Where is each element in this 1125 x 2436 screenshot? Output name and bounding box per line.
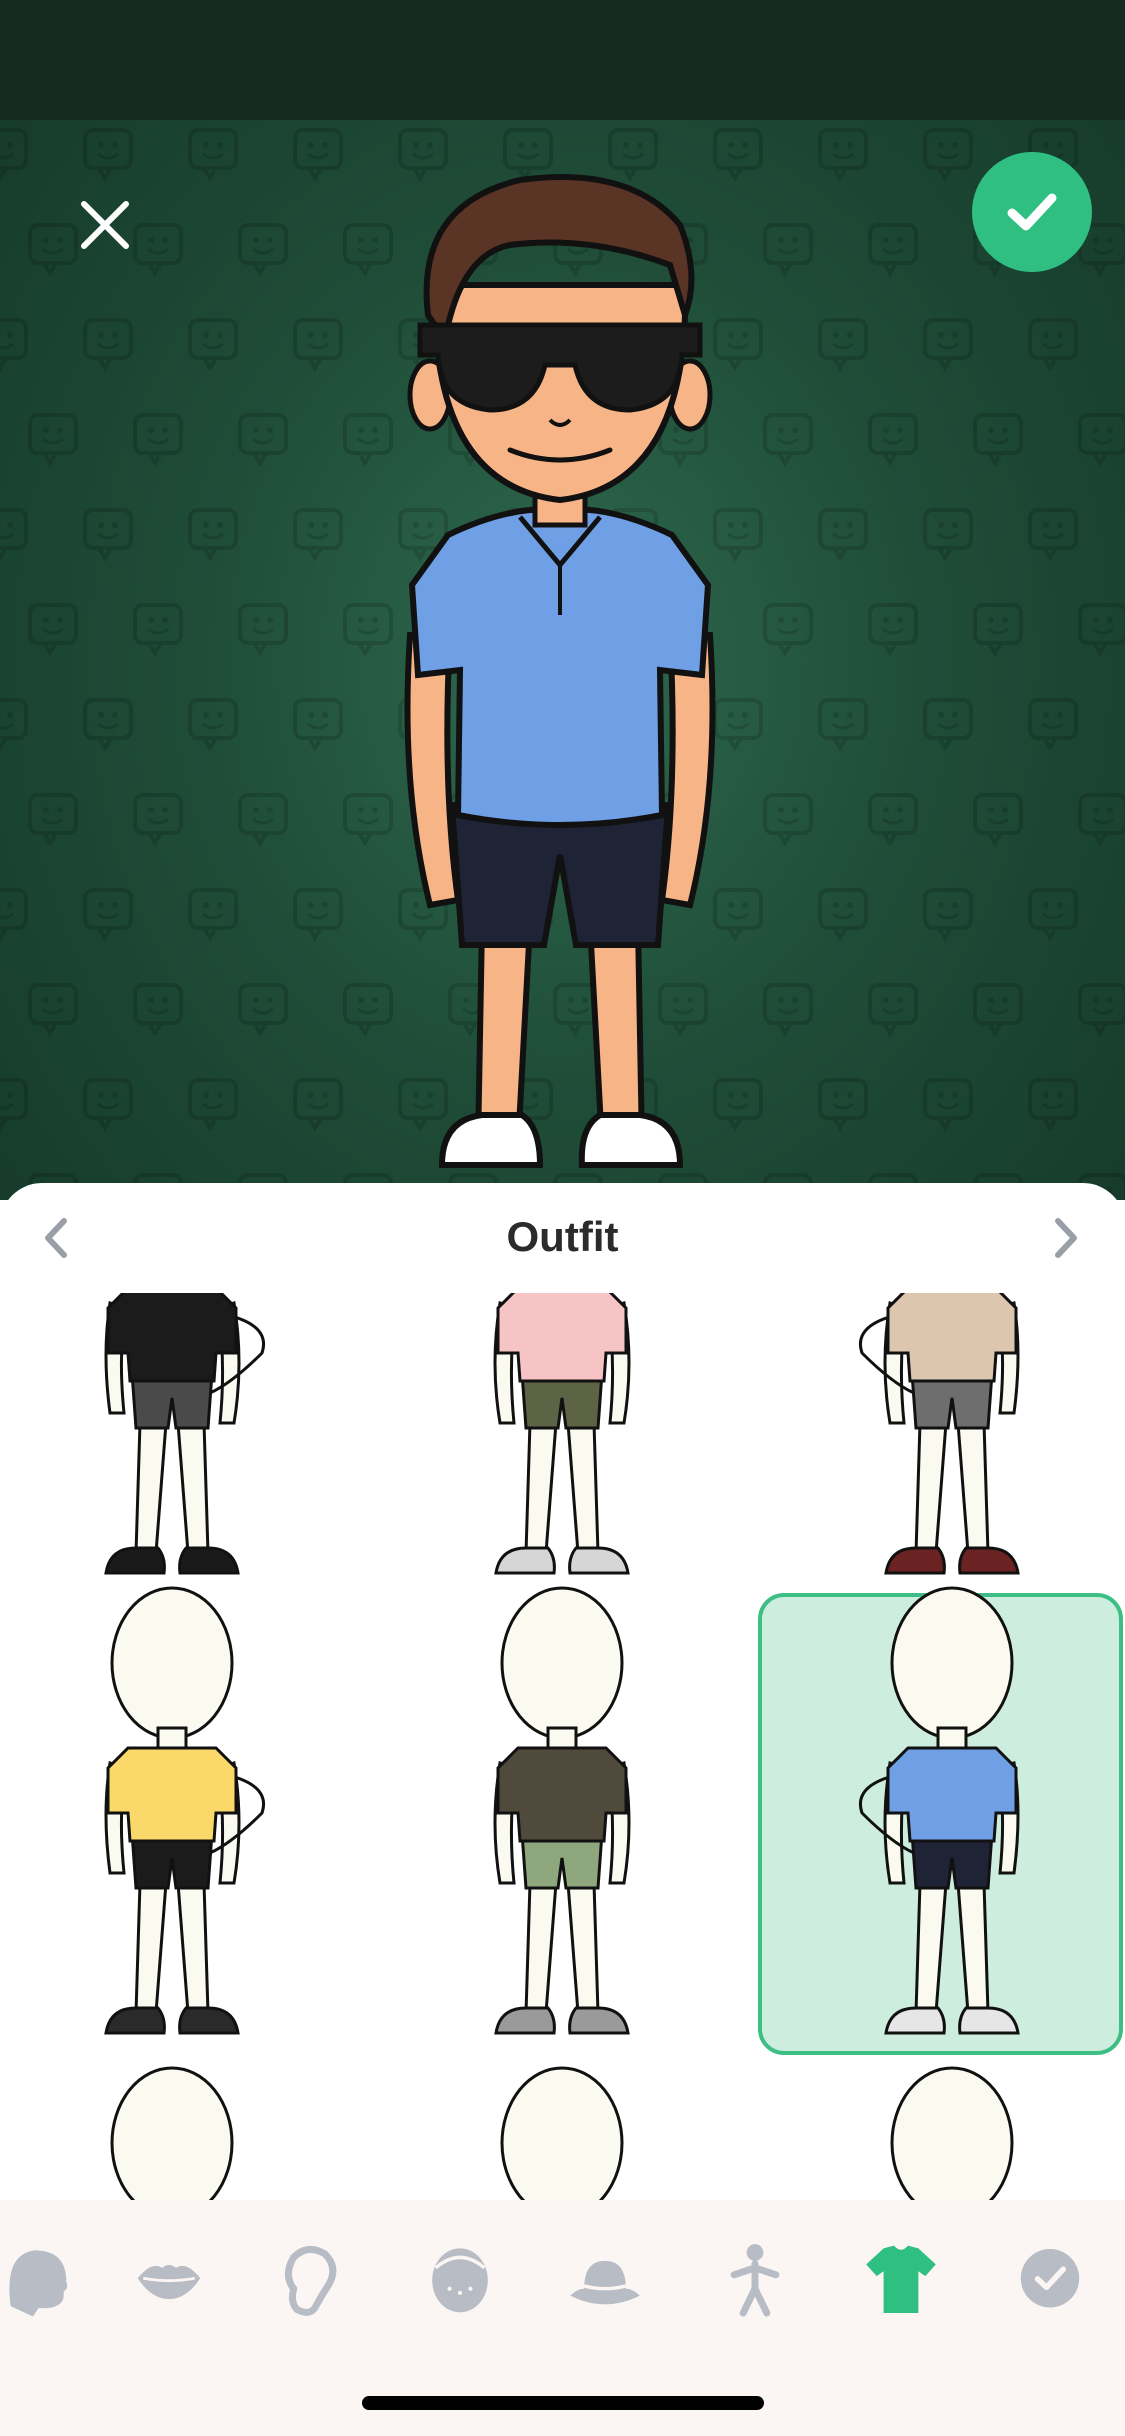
outfit-option[interactable] bbox=[0, 1293, 375, 1603]
outfit-option[interactable] bbox=[750, 1293, 1125, 1603]
lips-icon bbox=[137, 2265, 201, 2300]
outfit-figure bbox=[493, 1586, 631, 2035]
checkmark-circle-icon bbox=[1020, 2249, 1080, 2308]
close-icon bbox=[81, 201, 129, 249]
close-button[interactable] bbox=[70, 190, 140, 260]
tab-tshirt[interactable] bbox=[846, 2225, 956, 2335]
outfit-option-selected[interactable] bbox=[750, 1583, 1125, 2063]
outfit-figure bbox=[104, 1586, 265, 2035]
status-bar bbox=[0, 0, 1125, 120]
outfit-option[interactable] bbox=[0, 1583, 375, 2063]
tab-lips[interactable] bbox=[114, 2225, 224, 2335]
outfit-figure bbox=[859, 1586, 1020, 2035]
outfit-option[interactable] bbox=[375, 1293, 750, 1603]
head-shape-icon bbox=[9, 2250, 68, 2317]
tab-hat[interactable] bbox=[550, 2225, 660, 2335]
sheet-title: Outfit bbox=[506, 1213, 619, 1260]
confirm-button[interactable] bbox=[972, 152, 1092, 272]
tab-ear[interactable] bbox=[256, 2225, 366, 2335]
avatar-preview bbox=[0, 0, 1125, 1200]
avatar-figure bbox=[404, 174, 716, 1168]
hat-icon bbox=[570, 2260, 640, 2305]
tshirt-icon bbox=[866, 2245, 936, 2314]
outfit-option[interactable] bbox=[375, 1583, 750, 2063]
tab-body[interactable] bbox=[700, 2225, 810, 2335]
tab-checkmark-circle[interactable] bbox=[995, 2225, 1105, 2335]
outfit-figure bbox=[104, 1293, 265, 1575]
outfit-figure bbox=[859, 1293, 1020, 1575]
body-icon bbox=[730, 2244, 780, 2317]
chevron-right-icon[interactable] bbox=[1040, 1213, 1090, 1263]
ear-icon bbox=[284, 2246, 337, 2316]
tab-head-shape[interactable] bbox=[0, 2225, 90, 2335]
checkmark-icon bbox=[1007, 193, 1057, 231]
face-details-icon bbox=[432, 2248, 488, 2313]
sheet-header: Outfit bbox=[0, 1183, 1125, 1293]
outfit-figure bbox=[493, 1293, 631, 1575]
home-indicator[interactable] bbox=[362, 2396, 764, 2410]
tab-face-details[interactable] bbox=[405, 2225, 515, 2335]
